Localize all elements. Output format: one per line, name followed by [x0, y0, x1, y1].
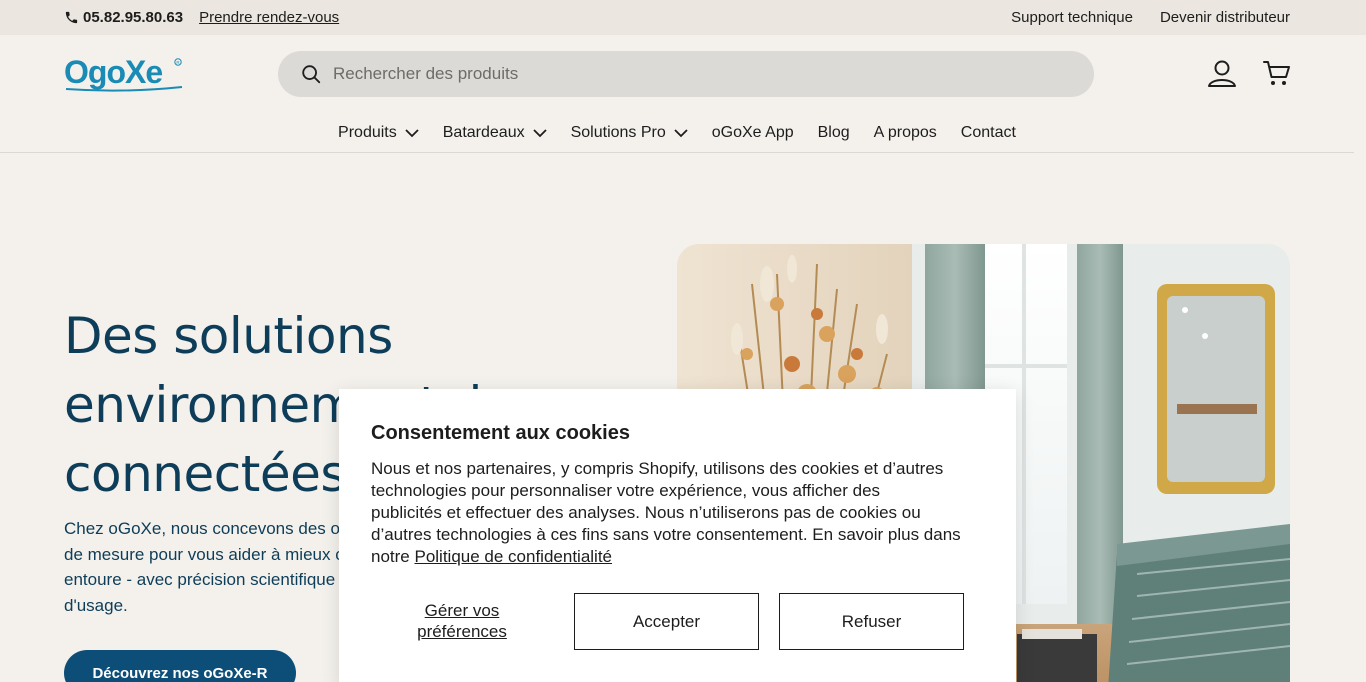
cookie-text-line: Nous et nos partenaires, y compris Shopi…: [371, 459, 944, 478]
manage-preferences-button[interactable]: Gérer vos préférences: [371, 593, 553, 649]
cookie-text: Nous et nos partenaires, y compris Shopi…: [371, 458, 991, 568]
hero-title-line: Des solutions: [64, 307, 393, 365]
nav-item-label: oGoXe App: [711, 124, 794, 141]
distributor-link[interactable]: Devenir distributeur: [1160, 9, 1290, 26]
cookie-text-line: technologies pour personnaliser votre ex…: [371, 481, 881, 500]
cookie-consent-dialog: Consentement aux cookies Nous et nos par…: [339, 389, 1016, 682]
nav-item-label: Solutions Pro: [570, 124, 666, 141]
top-bar-right: Support technique Devenir distributeur: [1011, 9, 1290, 26]
discover-ogoxe-r-button[interactable]: Découvrez nos oGoXe-R: [64, 650, 296, 682]
search-input[interactable]: [333, 64, 1033, 84]
phone-number: 05.82.95.80.63: [83, 9, 184, 26]
top-bar-left: 05.82.95.80.63 Prendre rendez-vous: [64, 9, 339, 26]
manage-preferences-label-1: Gérer vos: [424, 601, 500, 620]
nav-item-label: Batardeaux: [442, 124, 525, 141]
nav-item-label: Contact: [960, 124, 1016, 141]
support-link[interactable]: Support technique: [1011, 9, 1133, 26]
refuse-cookies-button[interactable]: Refuser: [779, 593, 964, 650]
search-icon[interactable]: [300, 63, 322, 85]
nav-item-label: A propos: [873, 124, 937, 141]
main-nav: Produits Batardeaux Solutions Pro oGoXe …: [0, 121, 1354, 145]
account-icon[interactable]: [1206, 57, 1238, 89]
accept-cookies-button[interactable]: Accepter: [574, 593, 759, 650]
ogoxe-logo[interactable]: OgoXe R: [64, 53, 184, 93]
cookie-text-line: notre Politique de confidentialité: [371, 546, 991, 568]
nav-item-label: Produits: [338, 124, 397, 141]
cookie-text-line: d’autres technologies à ces fins sans vo…: [371, 525, 961, 544]
cookie-text-line: publicités et effectuer des analyses. No…: [371, 503, 921, 522]
cookie-text-prefix: notre: [371, 547, 415, 566]
cookie-title: Consentement aux cookies: [371, 422, 630, 444]
nav-item-batardeaux[interactable]: Batardeaux: [443, 124, 547, 142]
site-header: OgoXe R Produits Batardeaux Solutions Pr…: [0, 35, 1354, 153]
phone-link[interactable]: 05.82.95.80.63: [64, 9, 183, 26]
nav-item-a-propos[interactable]: A propos: [874, 124, 937, 142]
nav-item-label: Blog: [817, 124, 850, 141]
phone-icon: [65, 11, 78, 24]
manage-preferences-label-2: préférences: [417, 622, 507, 641]
search-bar[interactable]: [278, 51, 1094, 97]
nav-item-blog[interactable]: Blog: [818, 124, 850, 142]
nav-item-produits[interactable]: Produits: [338, 124, 419, 142]
svg-text:OgoXe: OgoXe: [64, 54, 162, 90]
top-bar: 05.82.95.80.63 Prendre rendez-vous Suppo…: [0, 0, 1366, 35]
chevron-down-icon: [532, 128, 547, 137]
nav-item-solutions-pro[interactable]: Solutions Pro: [571, 124, 688, 142]
privacy-policy-link[interactable]: Politique de confidentialité: [414, 547, 612, 566]
chevron-down-icon: [405, 128, 419, 137]
appointment-link[interactable]: Prendre rendez-vous: [199, 9, 339, 26]
cart-icon[interactable]: [1262, 58, 1292, 88]
chevron-down-icon: [674, 128, 688, 137]
nav-item-contact[interactable]: Contact: [961, 124, 1016, 142]
nav-item-ogoxe-app[interactable]: oGoXe App: [712, 124, 794, 142]
